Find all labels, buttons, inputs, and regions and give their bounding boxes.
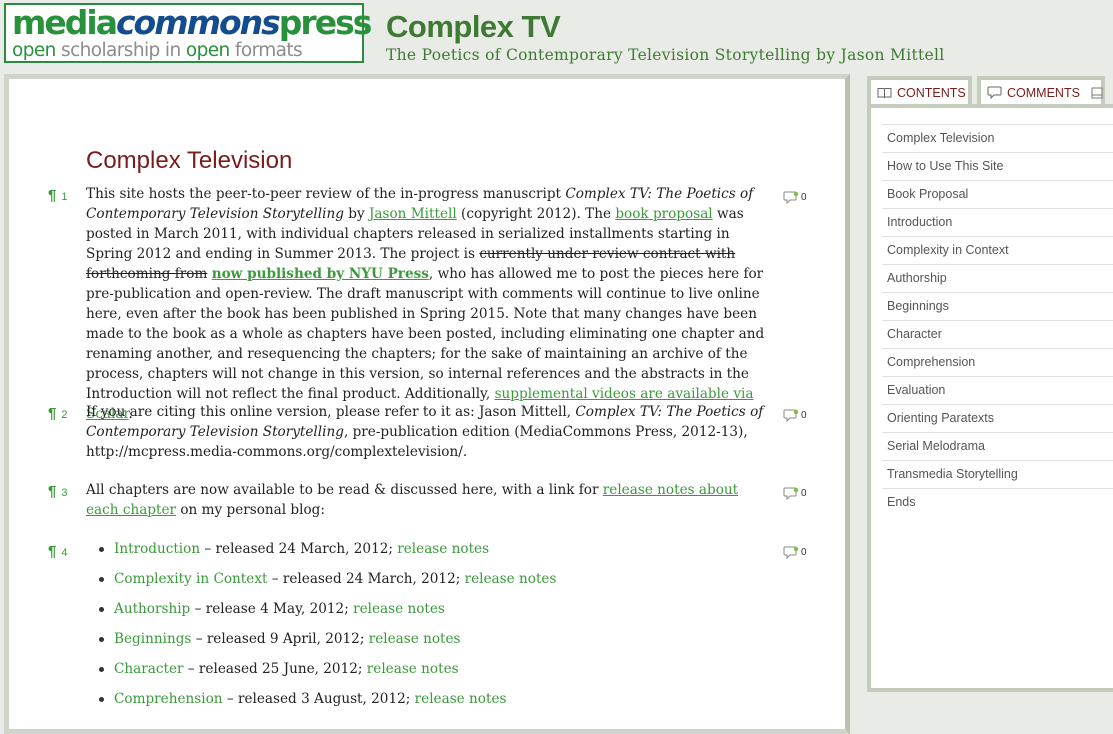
release-notes-link[interactable]: release notes (369, 631, 461, 647)
nyu-press-link[interactable]: now published by NYU Press (212, 266, 429, 282)
site-subtitle: The Poetics of Contemporary Television S… (386, 46, 945, 64)
comment-count-2[interactable]: 0 (783, 409, 807, 423)
main-content-panel: Complex Television ¶ 1 0 This site hosts … (4, 74, 850, 734)
toc-item[interactable]: Beginnings (882, 292, 1113, 320)
pilcrow-icon: ¶ (48, 543, 57, 560)
release-notes-link[interactable]: release notes (465, 571, 557, 587)
release-notes-link[interactable]: release notes (353, 601, 445, 617)
comment-bubble-icon (783, 191, 799, 205)
toc-item[interactable]: Character (882, 320, 1113, 348)
pilcrow-icon: ¶ (48, 405, 57, 422)
toc-item[interactable]: Serial Melodrama (882, 432, 1113, 460)
paragraph-number-1[interactable]: ¶ 1 (48, 187, 67, 204)
chapter-link[interactable]: Complexity in Context (114, 571, 267, 587)
tab-comments[interactable]: COMMENTS (977, 76, 1105, 104)
release-notes-link[interactable]: release notes (397, 541, 489, 557)
list-item: Complexity in Context – released 24 Marc… (98, 564, 557, 594)
site-logo[interactable]: mediacommonspress open scholarship in op… (4, 3, 372, 63)
tab-contents[interactable]: CONTENTS (867, 76, 972, 104)
comment-bubble-icon (783, 409, 799, 423)
toc-item[interactable]: Authorship (882, 264, 1113, 292)
paragraph-1: This site hosts the peer-to-peer review … (86, 186, 765, 422)
chapter-link[interactable]: Authorship (114, 601, 190, 617)
chapter-link[interactable]: Comprehension (114, 691, 223, 707)
chapter-link[interactable]: Beginnings (114, 631, 191, 647)
page-title: Complex Television (86, 147, 293, 174)
speech-bubble-icon (987, 86, 1002, 100)
logo-tagline: open scholarship in open formats (12, 40, 303, 61)
panel-toggle-icon[interactable] (1091, 87, 1103, 99)
paragraph-number-4[interactable]: ¶ 4 (48, 543, 67, 560)
toc-item[interactable]: Complex Television (882, 124, 1113, 152)
toc-item[interactable]: Introduction (882, 208, 1113, 236)
book-icon (877, 87, 892, 98)
toc-item[interactable]: How to Use This Site (882, 152, 1113, 180)
comment-count-1[interactable]: 0 (783, 191, 807, 205)
list-item: Comprehension – released 3 August, 2012;… (98, 684, 556, 714)
toc-item[interactable]: Orienting Paratexts (882, 404, 1113, 432)
site-title[interactable]: Complex TV (386, 9, 561, 45)
toc-item[interactable]: Comprehension (882, 348, 1113, 376)
paragraph-3: All chapters are now available to be rea… (86, 482, 739, 518)
table-of-contents-panel: Complex Television How to Use This Site … (867, 104, 1113, 692)
paragraph-number-2[interactable]: ¶ 2 (48, 405, 67, 422)
toc-item[interactable]: Transmedia Storytelling (882, 460, 1113, 488)
toc-item[interactable]: Evaluation (882, 376, 1113, 404)
comment-bubble-icon (783, 546, 799, 560)
comment-count-4[interactable]: 0 (783, 546, 807, 560)
comment-count-3[interactable]: 0 (783, 487, 807, 501)
toc-item[interactable]: Ends (882, 488, 1113, 516)
comment-bubble-icon (783, 487, 799, 501)
toc-list: Complex Television How to Use This Site … (882, 124, 1113, 516)
list-item: Character – released 25 June, 2012; rele… (98, 654, 556, 684)
pilcrow-icon: ¶ (48, 483, 57, 500)
book-proposal-link[interactable]: book proposal (615, 206, 712, 222)
toc-item[interactable]: Complexity in Context (882, 236, 1113, 264)
list-item: Introduction – released 24 March, 2012; … (98, 534, 556, 564)
author-link[interactable]: Jason Mittell (369, 206, 457, 222)
list-item: Beginnings – released 9 April, 2012; rel… (98, 624, 556, 654)
chapter-link[interactable]: Introduction (114, 541, 200, 557)
release-notes-link[interactable]: release notes (415, 691, 507, 707)
paragraph-number-3[interactable]: ¶ 3 (48, 483, 67, 500)
toc-item[interactable]: Book Proposal (882, 180, 1113, 208)
paragraph-2: If you are citing this online version, p… (86, 404, 764, 460)
logo-wordmark: mediacommonspress (12, 3, 372, 42)
list-item: Authorship – release 4 May, 2012; releas… (98, 594, 556, 624)
pilcrow-icon: ¶ (48, 187, 57, 204)
chapter-release-list: Introduction – released 24 March, 2012; … (92, 534, 556, 714)
release-notes-link[interactable]: release notes (367, 661, 459, 677)
chapter-link[interactable]: Character (114, 661, 183, 677)
